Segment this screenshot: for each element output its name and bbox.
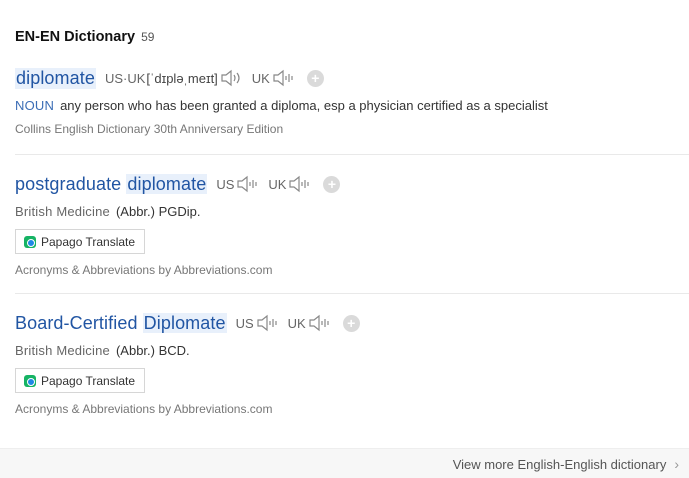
- add-to-wordbook-button[interactable]: +: [306, 69, 324, 87]
- dictionary-header: EN-EN Dictionary 59: [15, 29, 154, 45]
- result-count: 59: [141, 30, 155, 44]
- speaker-icon[interactable]: [256, 314, 280, 332]
- phonetic-text: [ˈdɪpləˌmeɪt]: [146, 70, 218, 86]
- word-highlight: Diplomate: [142, 312, 227, 333]
- pron-label: US·UK: [104, 70, 146, 86]
- pronunciation: US UK: [216, 175, 320, 193]
- dictionary-entry: postgraduate diplomate US UK + British M…: [15, 172, 689, 277]
- speaker-icon[interactable]: [272, 69, 296, 87]
- pron-label-uk: UK: [287, 315, 306, 331]
- divider: [15, 293, 689, 294]
- entry-word[interactable]: diplomate: [15, 67, 96, 89]
- entry-word[interactable]: postgraduate diplomate: [15, 173, 208, 195]
- translate-label: Papago Translate: [41, 234, 136, 249]
- footer-bar: View more English-English dictionary ›: [0, 448, 689, 478]
- chevron-right-icon: ›: [674, 456, 679, 472]
- papago-icon: [24, 235, 36, 248]
- papago-translate-button[interactable]: Papago Translate: [15, 368, 146, 393]
- speaker-icon[interactable]: [308, 314, 332, 332]
- entry-source[interactable]: Collins English Dictionary 30th Annivers…: [15, 122, 689, 136]
- part-of-speech: NOUN: [15, 98, 55, 113]
- word-prefix: postgraduate: [15, 173, 127, 194]
- pronunciation: US UK: [236, 314, 340, 332]
- entry-source[interactable]: Acronyms & Abbreviations by Abbreviation…: [15, 402, 689, 416]
- pron-label-uk: UK: [251, 70, 270, 86]
- definition: any person who has been granted a diplom…: [60, 98, 548, 113]
- pronunciation-us-uk: US·UK [ˈdɪpləˌmeɪt] UK: [105, 69, 304, 87]
- dictionary-entry: diplomate US·UK [ˈdɪpləˌmeɪt] UK + NOUN …: [15, 66, 689, 136]
- speaker-icon[interactable]: [220, 69, 244, 87]
- view-more-label: View more English-English dictionary: [452, 456, 667, 472]
- papago-translate-button[interactable]: Papago Translate: [15, 229, 146, 254]
- field-label: British Medicine: [15, 204, 110, 219]
- speaker-icon[interactable]: [236, 175, 260, 193]
- papago-icon: [24, 374, 36, 387]
- pron-label-us: US: [216, 176, 235, 192]
- word-highlight: diplomate: [126, 173, 208, 194]
- add-to-wordbook-button[interactable]: +: [342, 314, 360, 332]
- divider: [15, 154, 689, 155]
- dictionary-entry: Board-Certified Diplomate US UK + Britis…: [15, 311, 689, 416]
- pron-label-us: US: [235, 315, 254, 331]
- add-to-wordbook-button[interactable]: +: [323, 175, 341, 193]
- definition: (Abbr.) PGDip.: [115, 204, 201, 219]
- speaker-icon[interactable]: [288, 175, 312, 193]
- translate-label: Papago Translate: [41, 373, 136, 388]
- word-prefix: Board-Certified: [15, 312, 143, 333]
- pron-label-uk: UK: [268, 176, 287, 192]
- definition: (Abbr.) BCD.: [115, 343, 190, 358]
- entry-word[interactable]: Board-Certified Diplomate: [15, 312, 227, 334]
- view-more-link[interactable]: View more English-English dictionary ›: [453, 456, 679, 472]
- field-label: British Medicine: [15, 343, 110, 358]
- entry-source[interactable]: Acronyms & Abbreviations by Abbreviation…: [15, 263, 689, 277]
- section-title: EN-EN Dictionary: [15, 29, 136, 45]
